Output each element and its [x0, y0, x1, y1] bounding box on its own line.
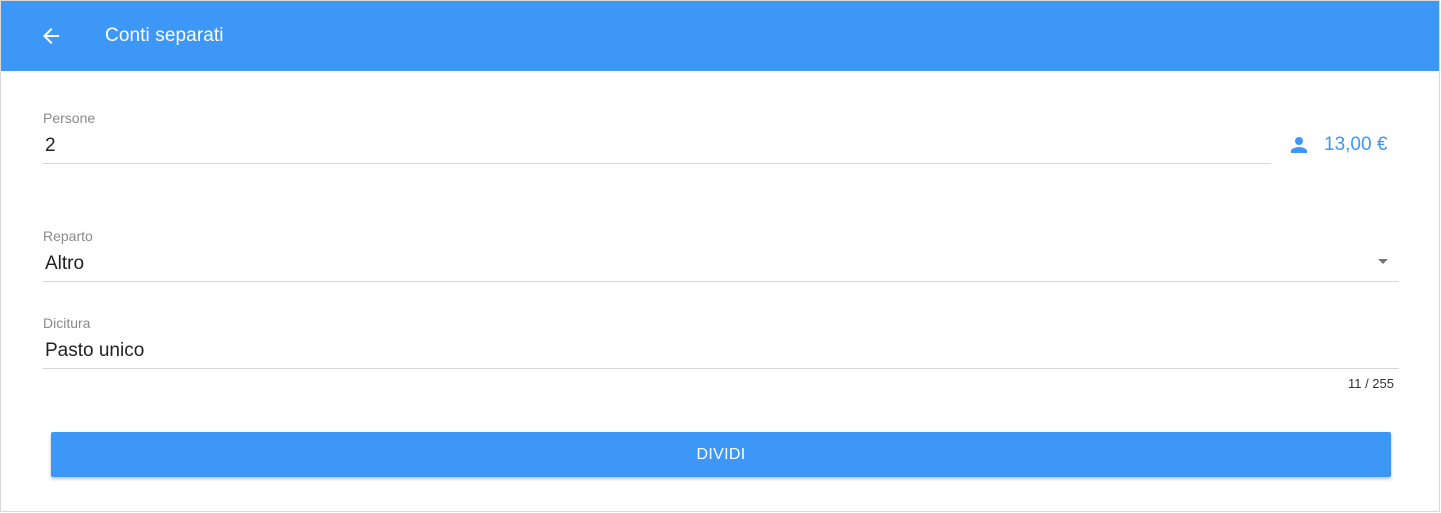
- character-counter: 11 / 255: [1347, 376, 1394, 391]
- reparto-label: Reparto: [43, 228, 93, 244]
- arrow-left-icon: [39, 24, 63, 48]
- per-person-amount-value: 13,00 €: [1324, 134, 1388, 155]
- reparto-field[interactable]: Reparto Altro: [43, 228, 1399, 282]
- person-icon: [1287, 133, 1311, 157]
- persone-input[interactable]: [45, 134, 1265, 158]
- toolbar: Conti separati: [1, 1, 1439, 71]
- dicitura-underline: [43, 368, 1399, 369]
- split-bill-dialog: Conti separati Persone 13,00 € Reparto A…: [0, 0, 1440, 512]
- reparto-underline: [43, 281, 1399, 282]
- persone-underline: [43, 163, 1271, 164]
- dicitura-label: Dicitura: [43, 315, 91, 331]
- back-button[interactable]: [31, 16, 71, 56]
- divide-button[interactable]: DIVIDI: [51, 432, 1391, 477]
- reparto-select[interactable]: Altro: [45, 253, 1345, 275]
- page-title: Conti separati: [105, 25, 224, 46]
- dropdown-arrow-icon[interactable]: [1378, 259, 1388, 264]
- persone-field: Persone: [43, 110, 1271, 164]
- dicitura-input[interactable]: [45, 339, 1385, 363]
- dicitura-field: Dicitura: [43, 315, 1399, 369]
- persone-label: Persone: [43, 110, 96, 126]
- per-person-amount: 13,00 €: [1287, 133, 1387, 157]
